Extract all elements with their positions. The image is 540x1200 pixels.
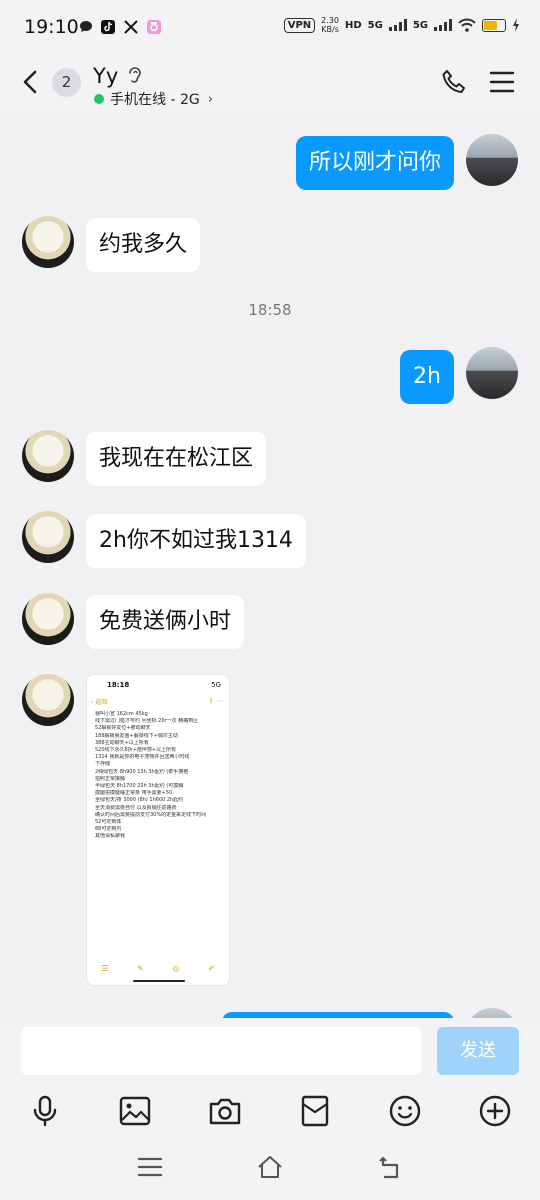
phone-icon[interactable] [440, 68, 468, 96]
screenshot-network: 5G [211, 681, 221, 689]
note-line: 拍照正常接触 [95, 775, 126, 782]
signal-icon-2 [434, 19, 452, 31]
paperclip-icon: ✎ [137, 964, 144, 973]
send-button[interactable]: 发送 [437, 1027, 519, 1075]
ear-icon [129, 67, 141, 83]
note-line: 52可定制体 [95, 819, 122, 826]
my-avatar[interactable] [466, 134, 518, 186]
battery-fill [484, 20, 498, 30]
message-list[interactable]: 所以刚才问你 约我多久 18:58 2h 我现在在松江区 2h你不如过我1314… [0, 118, 540, 1018]
home-indicator [133, 980, 185, 982]
screenshot-toolbar: ☰ ✎ ◎ ✐ [87, 964, 229, 973]
status-bar: 19:10 VPN 2.30 KB/s HD 5G 5G [0, 0, 540, 58]
image-icon[interactable] [118, 1094, 152, 1128]
battery-icon [482, 18, 506, 32]
contact-name[interactable]: Yy [93, 64, 118, 88]
message-timestamp: 18:58 [248, 301, 292, 319]
tiktok-icon [101, 20, 115, 34]
vpn-badge: VPN [283, 17, 316, 33]
screenshot-time: 18:18 [107, 681, 130, 689]
note-line: 全天消费需要自付 以及报销往返路费 [95, 804, 177, 811]
menu-icon[interactable] [489, 69, 515, 95]
note-line: 188解锁朋友圈+解锁线下+偶尔主动 [95, 732, 178, 739]
note-line: 388主动聊天+以上所有 [95, 739, 149, 746]
network-5g-1: 5G [367, 19, 383, 31]
note-line: 其他请私聊我 [95, 833, 126, 840]
contact-avatar[interactable] [22, 674, 74, 726]
recent-apps-icon[interactable] [137, 1154, 163, 1180]
note-line: 线下需过门槛才可约 问坐标 20r一次 精确到区 [95, 718, 199, 725]
note-line: 88可定制内 [95, 826, 122, 833]
checklist-icon: ☰ [101, 964, 109, 973]
wifi-icon [458, 18, 476, 32]
contact-avatar[interactable] [22, 511, 74, 563]
charging-icon [513, 18, 519, 32]
note-line: 摸腿拍摸腿睡正常亲 用手需要+50 [95, 790, 173, 797]
message-input[interactable] [21, 1027, 421, 1075]
speed-value: 2.30 [321, 16, 339, 25]
online-status[interactable]: 手机在线 - 2G › [94, 89, 213, 109]
note-line: 确认时间后需要提前支付30%的定金来定线下时间 [95, 811, 207, 818]
note-line: 半绿包天 8h1700 23h 3h起约 (可摸胸 [95, 783, 184, 790]
chat-bubble-icon [80, 21, 92, 32]
edit-icon: ✐ [207, 964, 215, 973]
contact-avatar[interactable] [22, 216, 74, 268]
system-nav-bar [0, 1144, 540, 1200]
camera-icon[interactable] [208, 1094, 242, 1128]
screenshot-share-icon: ⇪ ⋯ [207, 697, 223, 705]
note-line: 2纯绿包天 8h900 13h 3h起约 (牵手拥抱 [95, 768, 189, 775]
back-icon[interactable] [377, 1154, 403, 1180]
message-bubble-incoming[interactable]: 免费送俩小时 [86, 595, 245, 649]
camera-app-icon [147, 20, 161, 34]
image-message[interactable]: 18:18 5G ‹ 返回 ⇪ ⋯ 我叫小宣 162cm 45kg 线下需过门槛才… [86, 674, 230, 986]
chevron-right-icon: › [207, 91, 213, 107]
compose-icon: ◎ [172, 964, 180, 973]
contact-avatar[interactable] [22, 430, 74, 482]
microphone-icon[interactable] [28, 1094, 62, 1128]
screenshot-note-text: 我叫小宣 162cm 45kg 线下需过门槛才可约 问坐标 20r一次 精确到区 5… [95, 711, 227, 841]
contact-avatar[interactable] [22, 593, 74, 645]
message-bubble-incoming[interactable]: 约我多久 [86, 218, 201, 272]
plus-icon[interactable] [478, 1094, 512, 1128]
hd-badge: HD [344, 19, 362, 31]
online-status-text: 手机在线 - 2G [110, 92, 200, 108]
note-line: 全绿包天/夜 3000 (8h) 1h600 2h起约 [95, 797, 184, 804]
my-avatar[interactable] [466, 347, 518, 399]
red-packet-icon[interactable] [298, 1094, 332, 1128]
note-line: 52解锁好友位+被动聊天 [95, 725, 151, 732]
home-icon[interactable] [257, 1154, 283, 1180]
note-line: 我叫小宣 162cm 45kg [95, 711, 148, 717]
note-line: 1314 我就是你的电子宠物并且送两小时线 [95, 754, 190, 761]
message-bubble-incoming[interactable]: 2h你不如过我1314 [86, 514, 306, 568]
online-dot [94, 94, 104, 104]
input-toolbar [0, 1088, 540, 1144]
message-bubble-outgoing[interactable]: 所以刚才问你 [295, 136, 454, 190]
message-bubble-outgoing[interactable]: 2h [400, 350, 454, 404]
network-speed: 2.30 KB/s [321, 16, 339, 34]
screenshot-status-bar: 18:18 5G [87, 675, 229, 699]
x-icon [124, 20, 138, 34]
screenshot-back-label: 返回 [95, 699, 108, 706]
back-arrow-icon[interactable] [18, 66, 42, 98]
chat-header: 2 Yy 手机在线 - 2G › [0, 58, 540, 118]
note-line: 520线下永久8折+陪伴感+以上所有 [95, 747, 177, 754]
status-time: 19:10 [24, 16, 79, 38]
speed-unit: KB/s [321, 25, 339, 34]
my-avatar[interactable] [466, 1008, 518, 1018]
unread-count-badge[interactable]: 2 [52, 68, 81, 97]
input-area: 发送 [0, 1018, 540, 1088]
network-5g-2: 5G [412, 19, 428, 31]
message-bubble-incoming[interactable]: 我现在在松江区 [86, 432, 267, 486]
emoji-icon[interactable] [388, 1094, 422, 1128]
signal-icon [388, 19, 407, 31]
screenshot-back: ‹ 返回 [91, 699, 108, 706]
note-line: 下存储 [95, 761, 111, 768]
